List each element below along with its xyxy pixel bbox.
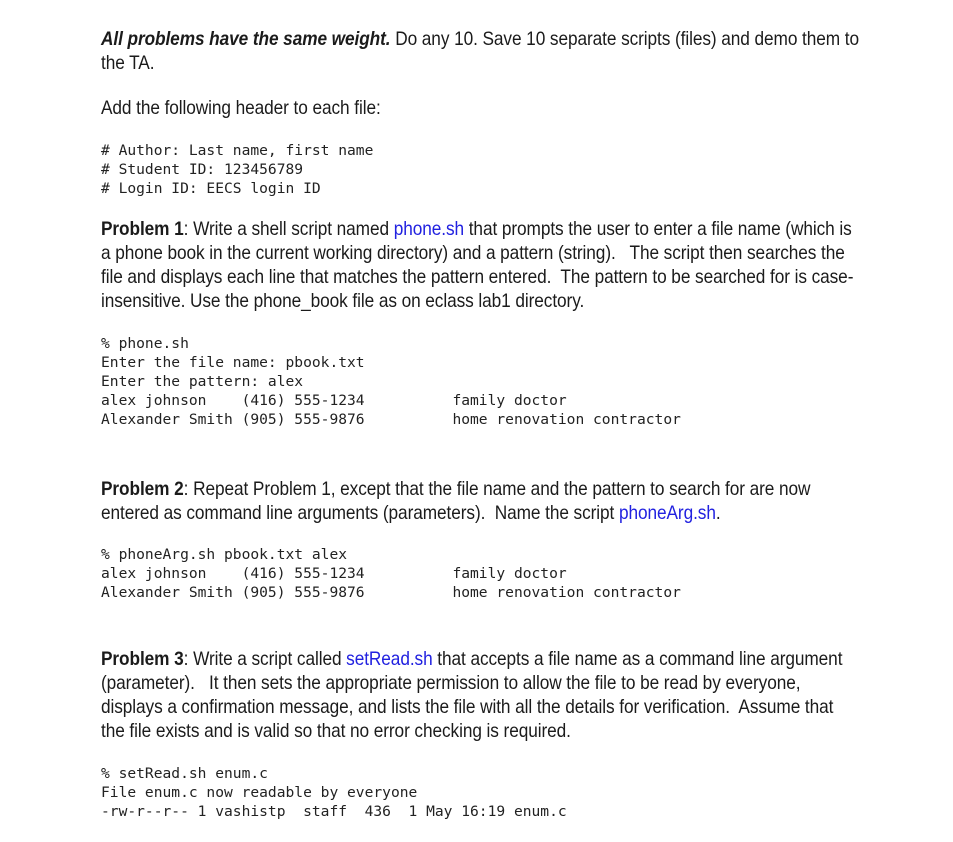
problem-1-paragraph: Problem 1: Write a shell script named ph…	[101, 217, 861, 313]
header-instruction: Add the following header to each file:	[101, 97, 381, 119]
problem-2-paragraph: Problem 2: Repeat Problem 1, except that…	[101, 477, 861, 525]
intro-paragraph: All problems have the same weight. Do an…	[101, 27, 861, 75]
problem-1-label: Problem 1	[101, 218, 184, 240]
problem-3-paragraph: Problem 3: Write a script called setRead…	[101, 647, 861, 743]
problem-2-text-after: .	[715, 502, 721, 524]
problem-3-label: Problem 3	[101, 648, 184, 670]
problem-3-code-block: % setRead.sh enum.c File enum.c now read…	[101, 765, 567, 820]
problem-1-code-block: % phone.sh Enter the file name: pbook.tx…	[101, 335, 681, 428]
script-link-setread-sh[interactable]: setRead.sh	[346, 648, 433, 670]
file-header-code-block: # Author: Last name, first name # Studen…	[101, 142, 374, 197]
problem-2-colon: :	[183, 478, 194, 500]
script-link-phone-sh[interactable]: phone.sh	[394, 218, 464, 240]
problem-2-label: Problem 2	[101, 478, 184, 500]
problem-1-text-before: Write a shell script named	[193, 218, 394, 240]
problem-2-code-block: % phoneArg.sh pbook.txt alex alex johnso…	[101, 546, 681, 601]
problem-3-text-before: Write a script called	[193, 648, 347, 670]
problem-3-colon: :	[183, 648, 194, 670]
script-link-phonearg-sh[interactable]: phoneArg.sh	[619, 502, 716, 524]
intro-emphasis: All problems have the same weight.	[101, 28, 391, 50]
problem-1-colon: :	[183, 218, 194, 240]
